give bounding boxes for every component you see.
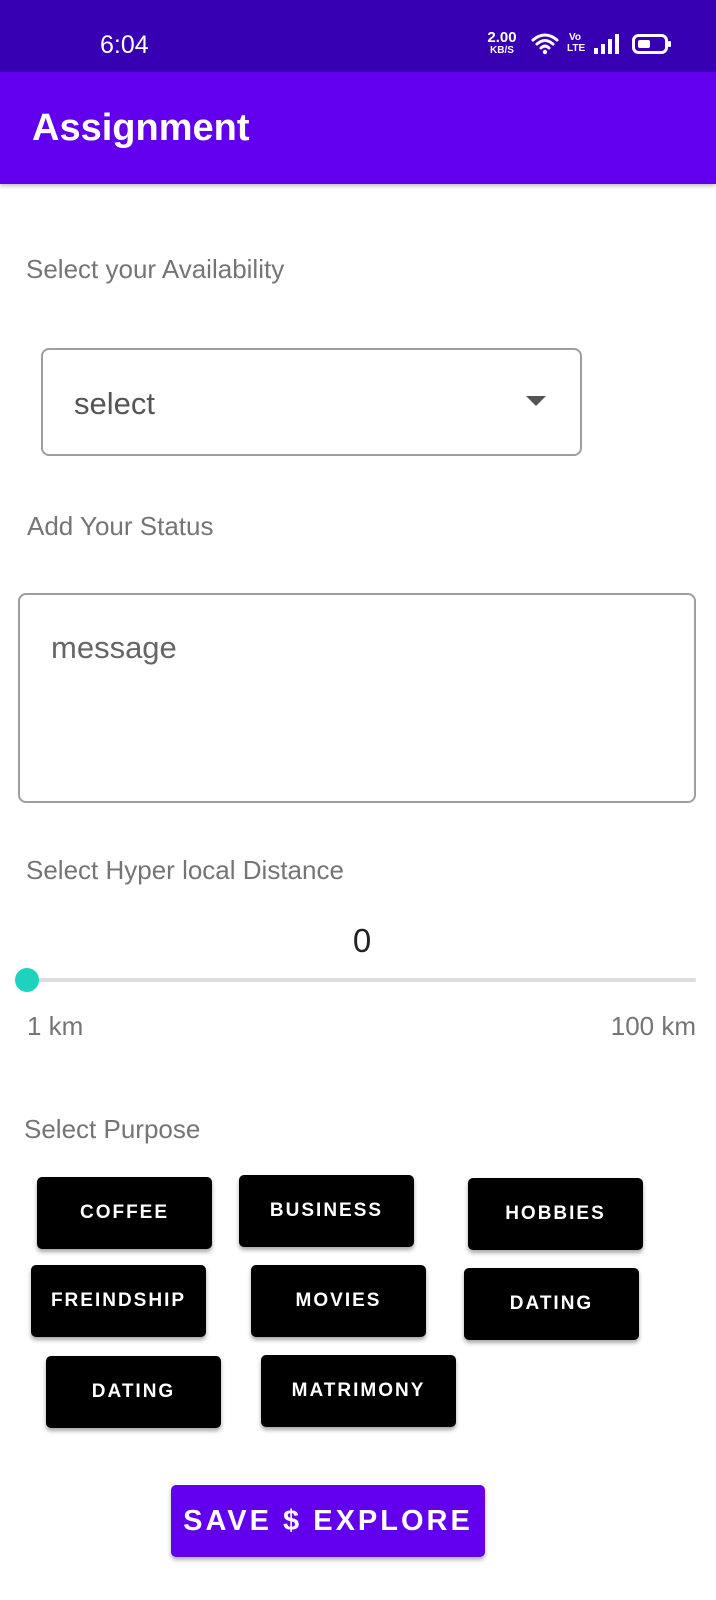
availability-dropdown[interactable]: select xyxy=(41,348,582,456)
purpose-label: Select Purpose xyxy=(24,1114,201,1144)
purpose-chip-matrimony[interactable]: MATRIMONY xyxy=(261,1355,456,1427)
dropdown-arrow-icon xyxy=(526,396,546,406)
status-time: 6:04 xyxy=(100,31,149,59)
app-title: Assignment xyxy=(32,107,250,149)
volte-indicator: Vo LTE xyxy=(567,32,586,54)
network-speed-value: 2.00 xyxy=(487,29,517,46)
purpose-chip-dating[interactable]: DATING xyxy=(464,1268,639,1340)
purpose-chip-business[interactable]: BUSINESS xyxy=(239,1175,414,1247)
network-speed: 2.00 KB/S xyxy=(484,30,520,56)
volte-top: Vo xyxy=(568,32,582,43)
distance-label: Select Hyper local Distance xyxy=(26,855,344,885)
purpose-chip-coffee[interactable]: COFFEE xyxy=(37,1177,212,1249)
purpose-chip-dating-2[interactable]: DATING xyxy=(46,1356,221,1428)
network-speed-unit: KB/S xyxy=(490,45,514,56)
distance-slider-thumb[interactable] xyxy=(15,968,39,992)
status-bar: 6:04 2.00 KB/S Vo LTE xyxy=(0,0,716,72)
distance-current-value: 0 xyxy=(352,922,372,959)
purpose-chip-movies[interactable]: MOVIES xyxy=(251,1265,426,1337)
app-bar: Assignment xyxy=(0,72,716,184)
wifi-icon xyxy=(531,31,559,60)
status-message-input[interactable] xyxy=(18,593,696,803)
volte-bottom: LTE xyxy=(567,43,586,54)
distance-min-label: 1 km xyxy=(27,1011,84,1041)
purpose-chip-freindship[interactable]: FREINDSHIP xyxy=(31,1265,206,1337)
purpose-chip-hobbies[interactable]: HOBBIES xyxy=(468,1178,643,1250)
status-label: Add Your Status xyxy=(27,511,214,541)
distance-max-label: 100 km xyxy=(610,1011,696,1041)
screen: 6:04 2.00 KB/S Vo LTE Assignment Select … xyxy=(0,0,716,1600)
save-explore-button[interactable]: SAVE $ EXPLORE xyxy=(171,1485,485,1557)
distance-slider-track[interactable] xyxy=(27,978,696,982)
availability-label: Select your Availability xyxy=(26,254,285,284)
battery-icon xyxy=(632,34,672,59)
availability-selected-value: select xyxy=(74,386,155,421)
signal-icon xyxy=(594,34,620,59)
